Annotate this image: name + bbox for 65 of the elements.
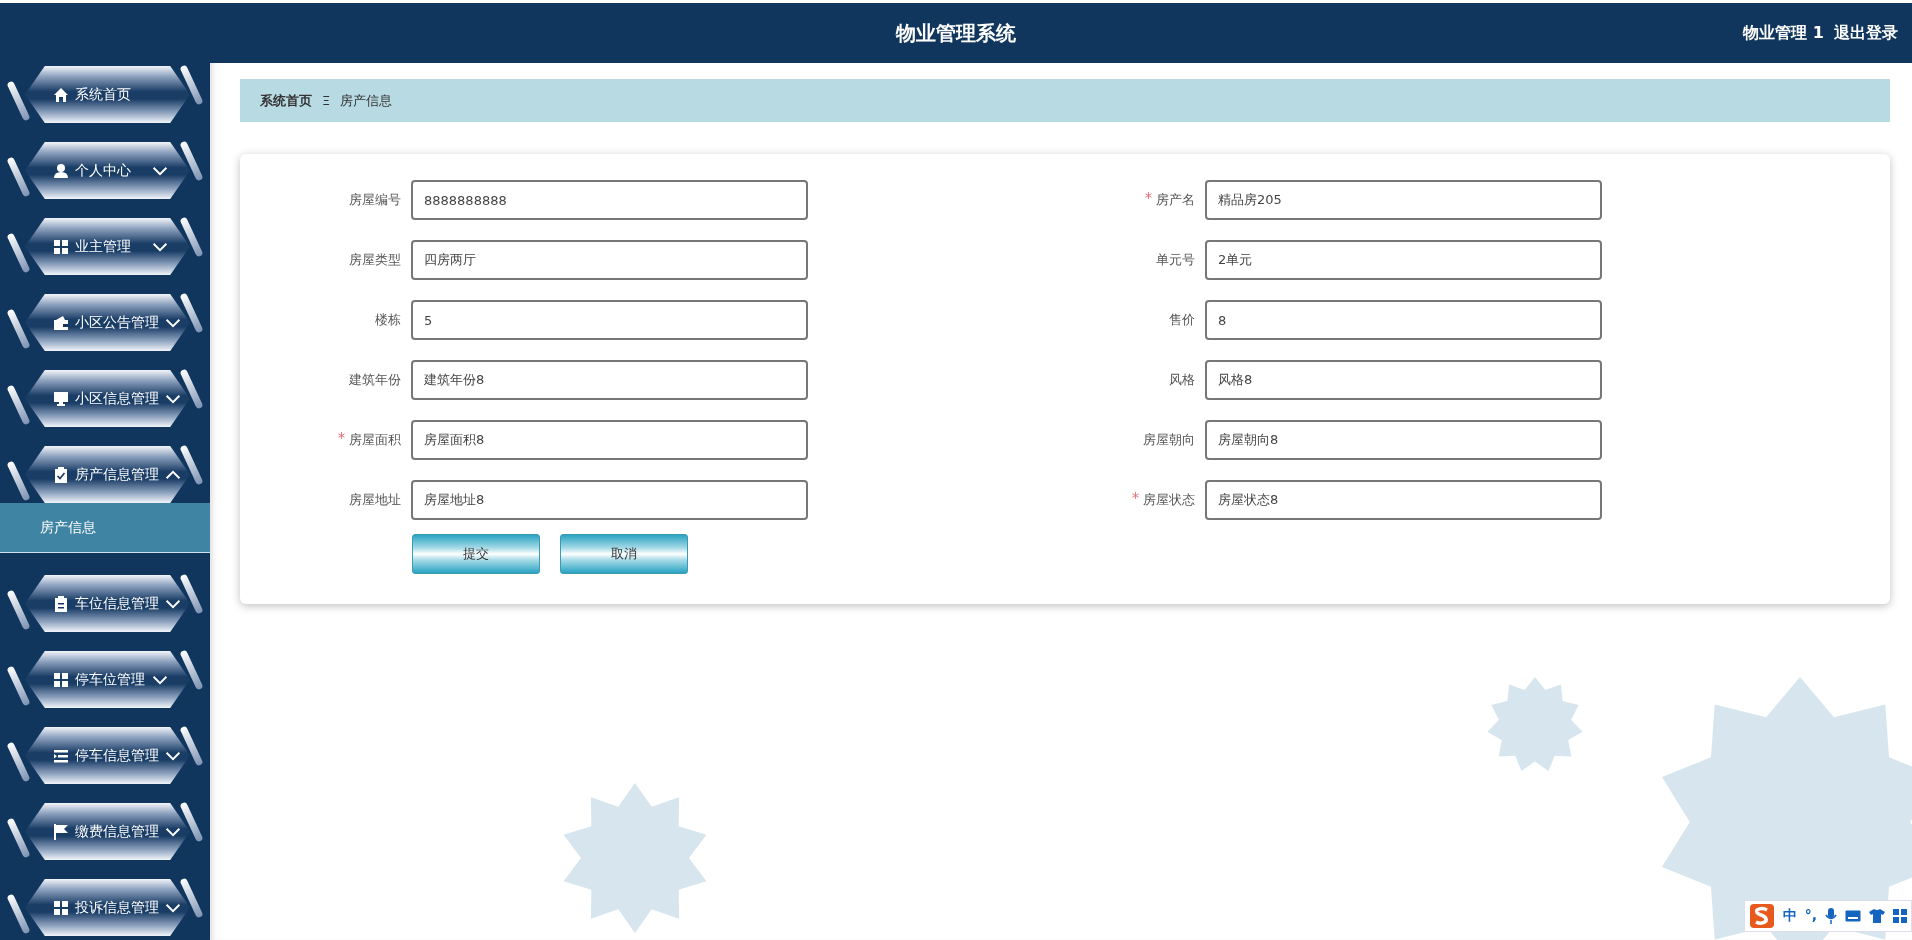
sogou-logo-icon [1748, 903, 1775, 929]
wallet-icon [53, 314, 69, 331]
sidebar-submenu-item[interactable]: 房产信息 [0, 503, 210, 552]
ime-toolbar-item[interactable]: 中 [1782, 907, 1797, 925]
text-input[interactable]: 建筑年份8 [411, 360, 808, 400]
sidebar-menu-item[interactable]: 投诉信息管理 [25, 879, 190, 936]
grid-icon [53, 671, 69, 688]
sidebar-menu-item[interactable]: 停车信息管理 [25, 727, 190, 784]
sidebar-menu-item[interactable]: 个人中心 [25, 142, 190, 199]
sidebar-menu-item[interactable]: 停车位管理 [25, 651, 190, 708]
required-asterisk-icon [338, 432, 345, 439]
clipboard-check-icon [53, 466, 69, 483]
ime-toolbar-item[interactable]: °, [1804, 907, 1817, 925]
field-label: 售价 [1169, 311, 1195, 329]
text-input[interactable]: 房屋朝向8 [1205, 420, 1602, 460]
text-input[interactable]: 风格8 [1205, 360, 1602, 400]
field-label: 单元号 [1156, 251, 1195, 269]
cancel-button[interactable]: 取消 [560, 534, 688, 574]
sidebar-menu-item[interactable]: 缴费信息管理 [25, 803, 190, 860]
submit-button[interactable]: 提交 [412, 534, 540, 574]
text-input[interactable]: 8888888888 [411, 180, 808, 220]
grid-icon [1893, 909, 1907, 923]
text-input[interactable]: 5 [411, 300, 808, 340]
grid-icon [53, 238, 69, 255]
field-label: 房屋状态 [1143, 491, 1195, 509]
field-label: 房产名 [1156, 191, 1195, 209]
clipboard-icon [53, 595, 69, 612]
sidebar-menu-item[interactable]: 系统首页 [25, 66, 190, 123]
required-asterisk-icon [1145, 192, 1152, 199]
field-label: 建筑年份 [349, 371, 401, 389]
flag-icon [53, 823, 69, 840]
breadcrumb-current: 房产信息 [340, 91, 393, 110]
text-input[interactable]: 2单元 [1205, 240, 1602, 280]
user-icon [53, 162, 69, 179]
breadcrumb-link[interactable]: 系统首页 [260, 91, 312, 110]
field-label: 房屋朝向 [1143, 431, 1195, 449]
keyboard-icon [1845, 910, 1861, 922]
required-asterisk-icon [1132, 492, 1139, 499]
field-label: 房屋类型 [349, 251, 401, 269]
sidebar-menu-item[interactable]: 小区公告管理 [25, 294, 190, 351]
text-input[interactable]: 8 [1205, 300, 1602, 340]
logout-link[interactable]: 退出登录 [1834, 22, 1898, 44]
microphone-icon [1825, 908, 1837, 924]
monitor-icon [53, 390, 69, 407]
field-label: 房屋地址 [349, 491, 401, 509]
sidebar-menu-item[interactable]: 业主管理 [25, 218, 190, 275]
sidebar-menu-item[interactable]: 房产信息管理 [25, 446, 190, 503]
text-input[interactable]: 房屋状态8 [1205, 480, 1602, 520]
field-label: 房屋面积 [349, 431, 401, 449]
list-icon [53, 747, 69, 764]
app-title: 物业管理系统 [896, 20, 1016, 45]
field-label: 风格 [1169, 371, 1195, 389]
text-input[interactable]: 房屋面积8 [411, 420, 808, 460]
grid-icon [53, 899, 69, 916]
sidebar-menu-item[interactable]: 小区信息管理 [25, 370, 190, 427]
shirt-icon [1869, 909, 1885, 923]
text-input[interactable]: 房屋地址8 [411, 480, 808, 520]
user-name: 物业管理 1 [1743, 22, 1824, 44]
sidebar-menu-item[interactable]: 车位信息管理 [25, 575, 190, 632]
home-icon [53, 86, 69, 103]
text-input[interactable]: 精品房205 [1205, 180, 1602, 220]
field-label: 楼栋 [375, 311, 401, 329]
breadcrumb-separator: Ξ [322, 93, 331, 108]
field-label: 房屋编号 [349, 191, 401, 209]
text-input[interactable]: 四房两厅 [411, 240, 808, 280]
